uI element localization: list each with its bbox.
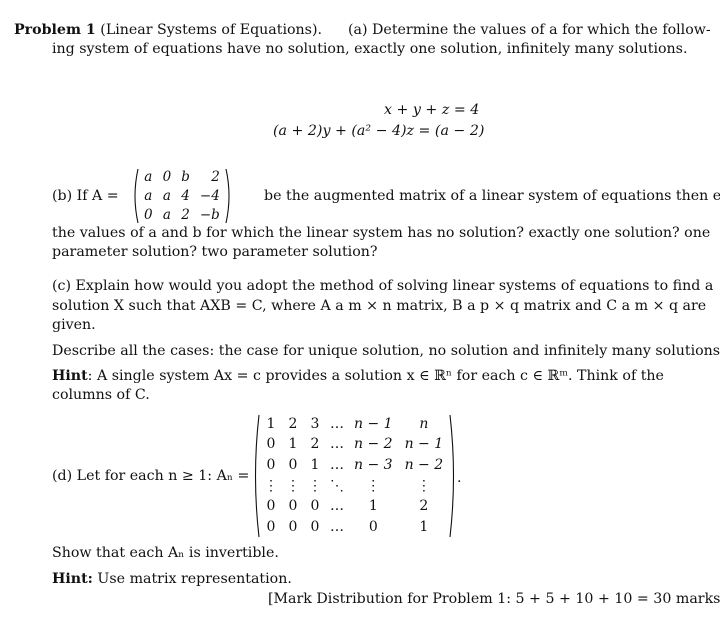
matrix-cell: 0 bbox=[266, 519, 276, 536]
matrix-cell: −b bbox=[199, 206, 220, 223]
part-c-label: (c) bbox=[52, 278, 72, 294]
matrix-period: . bbox=[457, 470, 462, 486]
part-c-text-line2: solution X such that AXB = C, where A a … bbox=[52, 298, 707, 314]
matrix-cell: a bbox=[162, 187, 171, 204]
part-b-text-line3: parameter solution? two parameter soluti… bbox=[52, 244, 378, 260]
matrix-row: 0 0 0… 0 1 bbox=[260, 517, 449, 538]
part-b-intro: (b) If A = bbox=[52, 187, 119, 206]
matrix-cell: b bbox=[181, 169, 190, 186]
matrix-a-body: a 0 b 2 a a 4 −4 0 a 2 −b bbox=[139, 168, 225, 224]
matrix-row: 0 1 2 … n − 2 n − 1 bbox=[260, 435, 449, 456]
matrix-cell: n − 2 bbox=[404, 457, 444, 474]
hint-text-line1: : A single system Ax = c provides a solu… bbox=[87, 368, 664, 384]
matrix-an: 1 2 3… n − 1 n 0 1 2… n − 2n − 1 0 0 1… n − 3n − 2 ⋮ ⋮… bbox=[252, 414, 457, 538]
matrix-cell: ⋮ bbox=[286, 477, 300, 494]
matrix-cell: 2 bbox=[419, 498, 429, 515]
hint-label: Hint: bbox=[52, 571, 93, 587]
part-b-prefix: If A = bbox=[76, 188, 119, 204]
matrix-cell: n − 1 bbox=[404, 436, 444, 453]
part-d-intro: (d) Let for each n ≥ 1: Aₙ = bbox=[52, 467, 249, 486]
matrix-cell: 1 bbox=[368, 498, 378, 515]
matrix-cell: 0 bbox=[162, 169, 172, 186]
part-c-hint-line2: columns of C. bbox=[52, 387, 150, 403]
matrix-cell: n − 3 bbox=[354, 457, 393, 474]
part-d-label: (d) bbox=[52, 468, 73, 484]
matrix-cell: n bbox=[419, 415, 429, 432]
part-d-hint: Hint: Use matrix representation. bbox=[52, 570, 292, 589]
matrix-cell: ⋮ bbox=[366, 477, 381, 494]
right-paren bbox=[449, 414, 457, 538]
matrix-cell: … bbox=[330, 457, 344, 474]
matrix-cell: a bbox=[144, 187, 153, 204]
part-d-show: Show that each Aₙ is invertible. bbox=[52, 545, 279, 561]
part-c-hint: Hint: A single system Ax = c provides a … bbox=[52, 367, 664, 386]
matrix-an-body: 1 2 3… n − 1 n 0 1 2… n − 2n − 1 0 0 1… n − 3n − 2 ⋮ ⋮… bbox=[260, 414, 449, 538]
part-d-prefix: Let for each n ≥ 1: Aₙ = bbox=[76, 468, 250, 484]
problem-title: Problem 1 bbox=[14, 22, 96, 38]
matrix-cell: 0 bbox=[288, 519, 298, 536]
matrix-cell: 1 bbox=[419, 519, 429, 536]
part-c-describe: Describe all the cases: the case for uni… bbox=[52, 343, 720, 359]
part-a-text-line1: Determine the values of a for which the … bbox=[372, 22, 711, 38]
part-a-text-line2: ing system of equations have no solution… bbox=[52, 41, 688, 57]
matrix-row: 0 0 0… 1 2 bbox=[260, 497, 449, 518]
right-paren bbox=[225, 168, 233, 224]
part-b-label: (b) bbox=[52, 188, 73, 204]
matrix-cell: 2 bbox=[310, 436, 320, 453]
part-c-intro: (c) Explain how would you adopt the meth… bbox=[52, 277, 713, 296]
matrix-cell: ⋮ bbox=[308, 477, 322, 494]
matrix-cell: 0 bbox=[266, 436, 276, 453]
matrix-row: a a 4 −4 bbox=[139, 187, 225, 206]
matrix-row: ⋮ ⋮ ⋮ ⋱ ⋮ ⋮ bbox=[260, 476, 449, 497]
matrix-cell: … bbox=[330, 415, 344, 432]
augmented-matrix-a: a 0 b 2 a a 4 −4 0 a 2 −b bbox=[131, 168, 233, 224]
matrix-row: 0 0 1… n − 3n − 2 bbox=[260, 455, 449, 476]
matrix-cell: 0 bbox=[368, 519, 378, 536]
matrix-cell: 1 bbox=[310, 457, 320, 474]
mark-distribution: [Mark Distribution for Problem 1: 5 + 5 … bbox=[268, 591, 720, 607]
part-b-text-line2: the values of a and b for which the line… bbox=[52, 225, 711, 241]
problem-subtitle: (Linear Systems of Equations). bbox=[100, 22, 322, 38]
matrix-row: 1 2 3 … n − 1 n bbox=[260, 414, 449, 435]
matrix-cell: 0 bbox=[288, 457, 298, 474]
matrix-cell: 0 bbox=[288, 498, 298, 515]
matrix-cell: n − 1 bbox=[354, 415, 393, 432]
matrix-cell: 2 bbox=[181, 206, 190, 223]
part-c-text-line1: Explain how would you adopt the method o… bbox=[75, 278, 714, 294]
matrix-cell: 4 bbox=[181, 187, 190, 204]
left-paren bbox=[131, 168, 139, 224]
matrix-row: 0 a 2 −b bbox=[139, 205, 225, 224]
equation-1: x + y + z = 4 bbox=[384, 102, 480, 118]
matrix-cell: … bbox=[330, 498, 344, 515]
matrix-cell: 0 bbox=[310, 498, 320, 515]
part-b-suffix: be the augmented matrix of a linear syst… bbox=[264, 188, 720, 204]
matrix-cell: ⋮ bbox=[264, 477, 278, 494]
matrix-cell: a bbox=[162, 206, 171, 223]
matrix-cell: −4 bbox=[199, 187, 220, 204]
matrix-row: a 0 b 2 bbox=[139, 168, 225, 187]
matrix-cell: 0 bbox=[266, 457, 276, 474]
part-a-label: (a) bbox=[348, 22, 368, 38]
matrix-cell: 1 bbox=[266, 415, 276, 432]
left-paren bbox=[252, 414, 260, 538]
matrix-cell: 0 bbox=[144, 206, 153, 223]
part-a-intro: (a) Determine the values of a for which … bbox=[348, 21, 711, 40]
matrix-cell: … bbox=[330, 519, 344, 536]
matrix-cell: a bbox=[144, 169, 153, 186]
matrix-cell: 0 bbox=[266, 498, 276, 515]
matrix-cell: … bbox=[330, 436, 344, 453]
part-c-text-line3: given. bbox=[52, 317, 96, 333]
matrix-cell: ⋱ bbox=[330, 477, 344, 494]
hint-text: Use matrix representation. bbox=[97, 571, 292, 587]
matrix-cell: n − 2 bbox=[354, 436, 393, 453]
matrix-cell: 0 bbox=[310, 519, 320, 536]
equation-2: (a + 2)y + (a² − 4)z = (a − 2) bbox=[273, 123, 485, 139]
problem-heading: Problem 1 (Linear Systems of Equations). bbox=[14, 21, 322, 40]
matrix-cell: 3 bbox=[310, 415, 320, 432]
matrix-cell: 1 bbox=[288, 436, 298, 453]
matrix-cell: 2 bbox=[288, 415, 298, 432]
hint-label: Hint bbox=[52, 368, 88, 384]
matrix-cell: ⋮ bbox=[416, 477, 431, 494]
matrix-cell: 2 bbox=[211, 169, 220, 186]
